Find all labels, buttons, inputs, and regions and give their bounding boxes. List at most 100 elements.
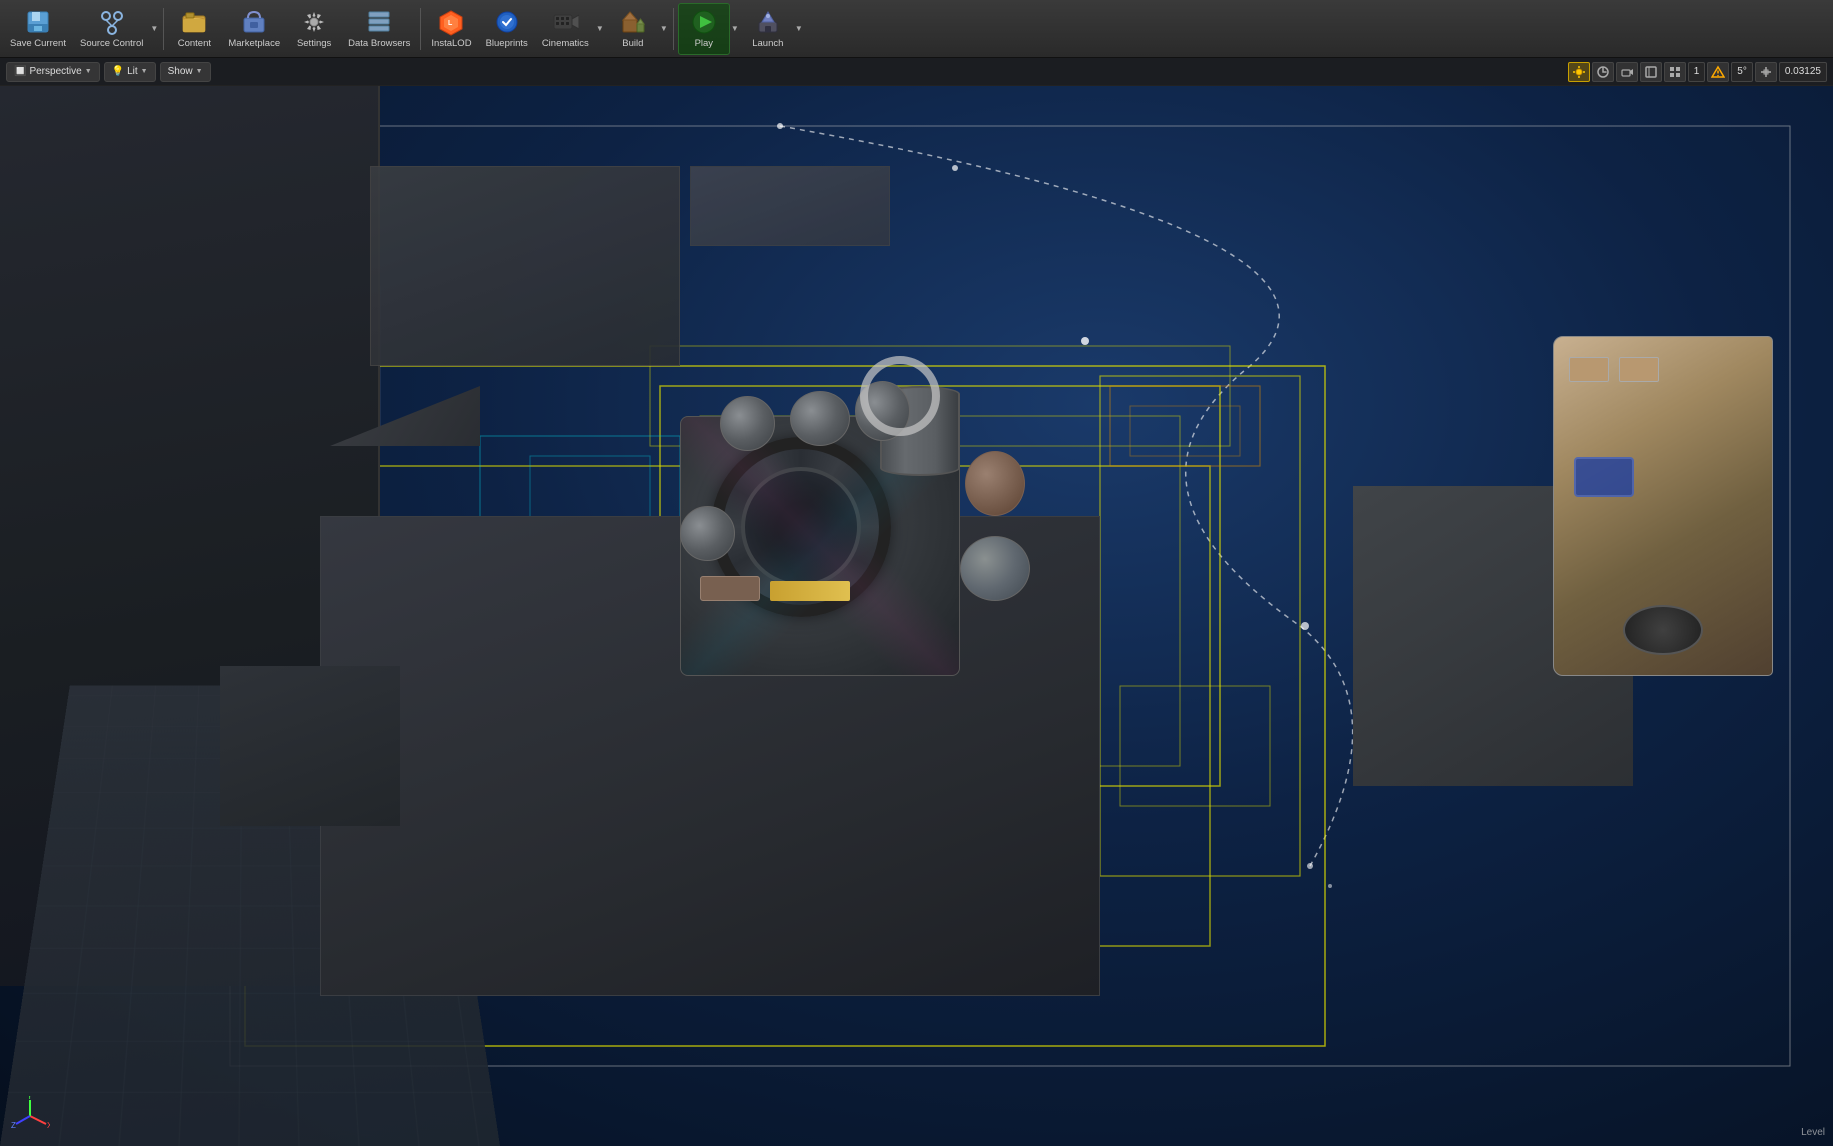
lit-label: Lit [127, 66, 138, 77]
blueprints-label: Blueprints [486, 38, 528, 49]
content-icon [180, 8, 208, 36]
detail-box-2 [770, 581, 850, 601]
viewport-right-icons: 1 5° 0.03125 [1568, 62, 1827, 82]
spacecraft-window [1574, 457, 1634, 497]
spacecraft-thruster [1623, 605, 1703, 655]
source-control-group: Source Control ▼ [74, 3, 159, 55]
content-label: Content [178, 38, 211, 49]
angle-value: 5° [1737, 66, 1747, 77]
launch-group: Launch ▼ [742, 3, 804, 55]
build-label: Build [622, 38, 643, 49]
lit-icon: 💡 [112, 66, 124, 77]
viewport-3d[interactable]: Level X Y Z [0, 86, 1833, 1146]
save-current-label: Save Current [10, 38, 66, 49]
level-indicator: Level [1801, 1127, 1825, 1138]
marketplace-button[interactable]: Marketplace [222, 3, 286, 55]
settings-button[interactable]: Settings [288, 3, 340, 55]
marketplace-label: Marketplace [228, 38, 280, 49]
svg-text:Y: Y [27, 1096, 33, 1101]
save-current-button[interactable]: Save Current [4, 3, 72, 55]
maximize-icon-btn[interactable] [1640, 62, 1662, 82]
svg-text:L: L [448, 20, 453, 27]
launch-button[interactable]: Launch [742, 3, 794, 55]
settings-icon [300, 8, 328, 36]
save-current-group: Save Current [4, 3, 72, 55]
play-button[interactable]: Play [678, 3, 730, 55]
settings-label: Settings [297, 38, 331, 49]
source-control-button[interactable]: Source Control [74, 3, 149, 55]
play-label: Play [695, 38, 713, 49]
toolbar-sep-2 [420, 8, 421, 50]
axis-indicator: X Y Z [10, 1096, 50, 1136]
cinematics-icon [551, 8, 579, 36]
grid-icon-btn[interactable] [1664, 62, 1686, 82]
pod-tank-5 [960, 536, 1030, 601]
camera-speed-icon-btn[interactable] [1616, 62, 1638, 82]
pod-tank-6 [680, 506, 735, 561]
spacecraft-panel-1 [1569, 357, 1609, 382]
play-arrow[interactable]: ▼ [730, 3, 740, 55]
pod-tank-2 [790, 391, 850, 446]
pod-tank-4 [965, 451, 1025, 516]
spacecraft-panel-2 [1619, 357, 1659, 382]
cinematics-group: Cinematics ▼ [536, 3, 605, 55]
level-text: Level [1801, 1127, 1825, 1138]
save-icon [24, 8, 52, 36]
perspective-arrow: ▼ [85, 68, 92, 75]
build-group: Build ▼ [607, 3, 669, 55]
data-browsers-icon [365, 8, 393, 36]
pod-tank-1 [720, 396, 775, 451]
play-group: Play ▼ [678, 3, 740, 55]
instalod-button[interactable]: L InstaLOD [425, 3, 477, 55]
realtime-icon-btn[interactable] [1592, 62, 1614, 82]
lighting-icon-btn[interactable] [1568, 62, 1590, 82]
play-icon [690, 8, 718, 36]
cinematics-button[interactable]: Cinematics [536, 3, 595, 55]
snap-icon-btn[interactable] [1755, 62, 1777, 82]
data-browsers-button[interactable]: Data Browsers [342, 3, 416, 55]
blueprints-button[interactable]: Blueprints [480, 3, 534, 55]
content-button[interactable]: Content [168, 3, 220, 55]
build-icon [619, 8, 647, 36]
counter-value: 1 [1694, 66, 1700, 77]
data-browsers-label: Data Browsers [348, 38, 410, 49]
marketplace-icon [240, 8, 268, 36]
show-button[interactable]: Show ▼ [160, 62, 211, 82]
show-label: Show [168, 66, 193, 77]
launch-label: Launch [752, 38, 783, 49]
platform-left-ext [220, 666, 400, 826]
viewport-toolbar: 🔲 Perspective ▼ 💡 Lit ▼ Show ▼ 1 [0, 58, 1833, 86]
back-wall-segment-2 [690, 166, 890, 246]
launch-arrow[interactable]: ▼ [794, 3, 804, 55]
build-arrow[interactable]: ▼ [659, 3, 669, 55]
big-ring [860, 356, 940, 436]
right-spacecraft [1553, 336, 1773, 676]
perspective-label: Perspective [29, 66, 81, 77]
build-button[interactable]: Build [607, 3, 659, 55]
perspective-icon: 🔲 [14, 66, 26, 77]
detail-box-1 [700, 576, 760, 601]
blueprints-icon [493, 8, 521, 36]
lit-button[interactable]: 💡 Lit ▼ [104, 62, 156, 82]
toolbar-sep-3 [673, 8, 674, 50]
source-control-arrow[interactable]: ▼ [149, 3, 159, 55]
instalod-icon: L [437, 8, 465, 36]
angle-display: 5° [1731, 62, 1753, 82]
zoom-value: 0.03125 [1785, 66, 1821, 77]
warning-icon-btn[interactable] [1707, 62, 1729, 82]
launch-icon [754, 8, 782, 36]
counter-display: 1 [1688, 62, 1706, 82]
cinematics-arrow[interactable]: ▼ [595, 3, 605, 55]
toolbar-sep-1 [163, 8, 164, 50]
show-arrow: ▼ [196, 68, 203, 75]
lit-arrow: ▼ [141, 68, 148, 75]
zoom-display: 0.03125 [1779, 62, 1827, 82]
perspective-button[interactable]: 🔲 Perspective ▼ [6, 62, 100, 82]
instalod-label: InstaLOD [431, 38, 471, 49]
source-control-icon [98, 8, 126, 36]
main-toolbar: Save Current Source Control ▼ [0, 0, 1833, 58]
cinematics-label: Cinematics [542, 38, 589, 49]
svg-text:Z: Z [11, 1121, 16, 1130]
svg-text:X: X [47, 1121, 50, 1130]
source-control-label: Source Control [80, 38, 143, 49]
